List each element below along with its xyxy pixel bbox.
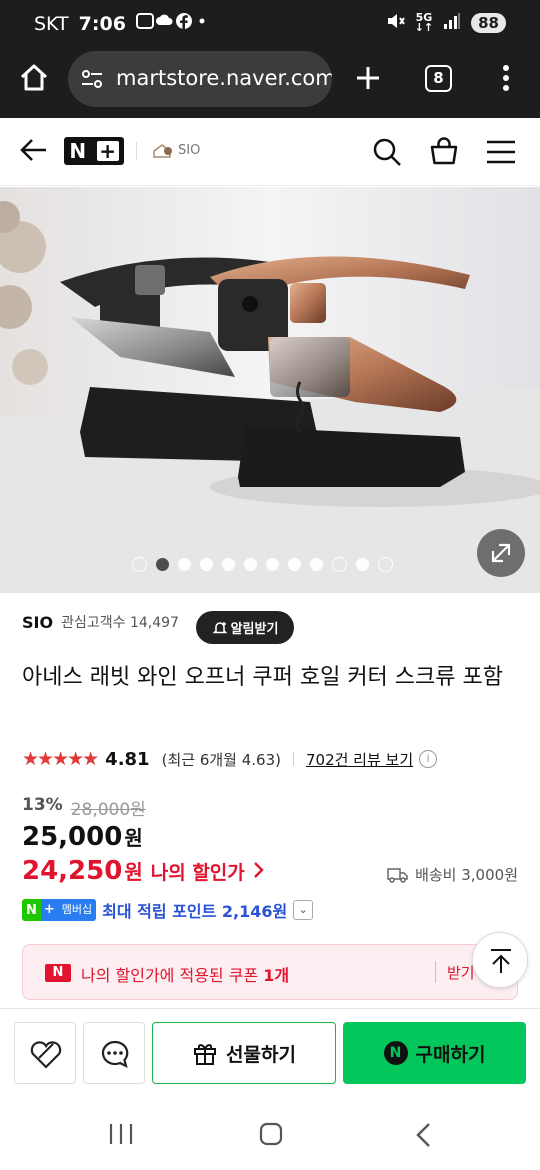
slide-dot[interactable]: [244, 558, 257, 571]
gallery-pagination: [132, 557, 393, 572]
chevron-right-icon: [253, 862, 264, 878]
clock: 7:06: [78, 12, 126, 35]
mute-icon: [385, 11, 405, 35]
shipping-info: 배송비 3,000원: [387, 864, 518, 885]
slide-dot[interactable]: [222, 558, 235, 571]
purchase-action-bar: 선물하기 N 구매하기: [0, 1008, 540, 1100]
system-nav-bar: [0, 1100, 540, 1170]
more-slides-dot[interactable]: [378, 557, 393, 572]
my-price-row[interactable]: 24,250 원 나의 할인가: [22, 856, 265, 886]
signal-icon: [443, 12, 461, 34]
chevron-down-icon[interactable]: ⌄: [293, 900, 314, 920]
more-menu-icon[interactable]: [494, 62, 518, 94]
gift-button[interactable]: 선물하기: [152, 1022, 336, 1084]
url-text: martstore.naver.com: [116, 66, 332, 90]
store-house-icon: [153, 144, 172, 158]
wishlist-button[interactable]: [14, 1022, 76, 1084]
product-photo: [0, 187, 540, 593]
naver-plus-logo[interactable]: N +: [64, 137, 124, 165]
rating-score: 4.81: [105, 748, 150, 770]
divider: [292, 752, 294, 766]
points-text: 최대 적립 포인트 2,146원: [102, 902, 288, 921]
notification-icons: [135, 11, 206, 36]
truck-icon: [387, 867, 408, 883]
bell-plus-icon: [212, 621, 228, 633]
address-bar[interactable]: martstore.naver.com: [68, 51, 332, 107]
slide-dot[interactable]: [356, 558, 369, 571]
slide-dot[interactable]: [266, 558, 279, 571]
site-header: N + SIO: [0, 118, 540, 186]
shopping-bag-icon[interactable]: [429, 136, 459, 166]
divider: [435, 961, 436, 983]
carrier: SKT: [34, 12, 69, 35]
slide-dot[interactable]: [178, 558, 191, 571]
gift-box-icon: [194, 1044, 217, 1065]
coupon-get-button[interactable]: 받기: [447, 962, 475, 983]
coupon-text: 나의 할인가에 적용된 쿠폰 1개: [81, 966, 290, 985]
info-icon[interactable]: i: [419, 750, 438, 768]
recent-rating: (최근 6개월 4.63): [161, 750, 281, 769]
store-logo[interactable]: SIO: [152, 142, 200, 158]
video-slide-dot[interactable]: [132, 557, 147, 572]
slide-dot[interactable]: [288, 558, 301, 571]
slide-dot[interactable]: [310, 558, 323, 571]
back-arrow-icon[interactable]: [20, 136, 48, 164]
talk-button[interactable]: [83, 1022, 145, 1084]
sale-price: 25,000 원: [22, 822, 143, 852]
naver-plus-membership-badge: N + 멤버십: [22, 899, 97, 921]
home-icon[interactable]: [18, 62, 50, 94]
expand-icon: [491, 543, 511, 563]
browser-toolbar: martstore.naver.com 8: [0, 46, 540, 118]
product-image-gallery[interactable]: [0, 187, 540, 593]
new-tab-icon[interactable]: [352, 62, 384, 94]
video-slide-dot[interactable]: [332, 557, 347, 572]
search-icon[interactable]: [372, 137, 402, 167]
membership-points[interactable]: N + 멤버십 최대 적립 포인트 2,146원 ⌄: [22, 898, 314, 922]
chat-bubble-icon: [101, 1040, 129, 1069]
reviews-link[interactable]: 702건 리뷰 보기: [306, 749, 413, 770]
shop-info: SIO 관심고객수 14,497: [22, 612, 179, 632]
battery-badge: 88: [471, 13, 506, 33]
heart-icon: [30, 1041, 62, 1069]
tab-switcher-button[interactable]: 8: [425, 65, 452, 92]
network-icon: 5G ↓↑: [414, 11, 434, 34]
slide-dot[interactable]: [200, 558, 213, 571]
rating-row: ★★★★★ 4.81 (최근 6개월 4.63) 702건 리뷰 보기 i: [22, 748, 438, 770]
naver-pay-icon: N: [383, 1041, 408, 1065]
discount-rate: 13%: [22, 795, 63, 815]
coupon-banner[interactable]: N 나의 할인가에 적용된 쿠폰 1개 받기: [22, 944, 518, 1000]
followers-count: 관심고객수 14,497: [61, 615, 179, 631]
status-bar: SKT 7:06 5G ↓↑ 88: [0, 0, 540, 46]
naver-n-badge: N: [45, 964, 71, 982]
divider: [136, 142, 137, 160]
back-button-icon[interactable]: [414, 1122, 434, 1148]
shop-name[interactable]: SIO: [22, 613, 53, 632]
original-price: 28,000원: [70, 800, 146, 820]
slide-dot[interactable]: [156, 558, 169, 571]
my-price: 24,250: [22, 856, 123, 886]
home-button-icon[interactable]: [259, 1122, 283, 1146]
product-title: 아네스 래빗 와인 오프너 쿠퍼 호일 커터 스크류 포함: [22, 665, 503, 690]
alarm-button[interactable]: 알림받기: [196, 611, 294, 644]
expand-image-button[interactable]: [477, 529, 525, 577]
my-price-label: 나의 할인가: [150, 862, 245, 884]
hamburger-menu-icon[interactable]: [486, 139, 516, 165]
star-rating-icon: ★★★★★: [22, 748, 99, 770]
discount-row: 13% 28,000원: [22, 795, 146, 820]
buy-button[interactable]: N 구매하기: [343, 1022, 526, 1084]
scroll-to-top-button[interactable]: [472, 932, 528, 988]
arrow-up-icon: [491, 949, 511, 973]
recent-apps-icon[interactable]: [108, 1122, 134, 1146]
site-settings-icon[interactable]: [80, 67, 104, 91]
